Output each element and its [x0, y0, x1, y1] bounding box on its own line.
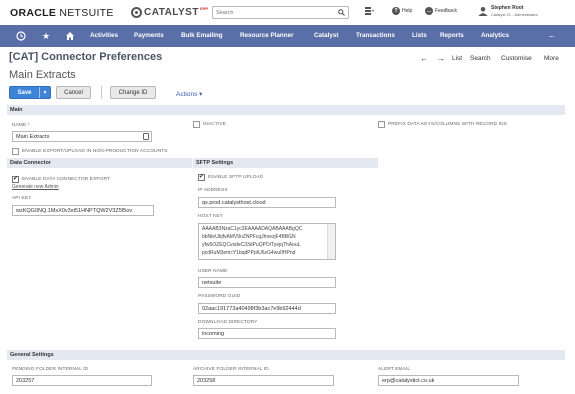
- oracle-netsuite-logo[interactable]: ORACLE NETSUITE: [10, 7, 114, 19]
- alert-email-field[interactable]: erp@catalystict.co.uk: [378, 375, 519, 386]
- ip-address-label: IP ADDRESS: [198, 188, 228, 193]
- save-button[interactable]: Save ▼: [9, 86, 51, 99]
- change-id-button[interactable]: Change ID: [110, 86, 156, 99]
- prefix-data-keys-checkbox-row[interactable]: PREFIX DATA KEYS/COLUMNS WITH RECORD IDS: [378, 121, 507, 128]
- catalyst-ring-icon: [131, 7, 142, 18]
- host-key-label: HOST KEY: [198, 214, 223, 219]
- data-connector-section-header: Data Connector: [7, 158, 192, 168]
- enable-sftp-upload-checkbox[interactable]: [198, 174, 205, 181]
- nav-payments[interactable]: Payments: [134, 32, 164, 39]
- more-link[interactable]: More: [544, 55, 559, 62]
- help-icon: ?: [392, 7, 400, 15]
- main-navigation: ★ Activities Payments Bulk Emailing Reso…: [0, 25, 575, 47]
- recent-records-icon: [365, 7, 374, 15]
- record-picker-icon[interactable]: [143, 133, 149, 140]
- record-name: Main Extracts: [9, 69, 76, 81]
- api-key-label: API KEY: [12, 196, 32, 201]
- nav-analytics[interactable]: Analytics: [481, 32, 509, 39]
- user-name-field[interactable]: netsuite: [198, 277, 336, 288]
- feedback-button[interactable]: … Feedback: [425, 7, 457, 15]
- name-label: NAME *: [12, 123, 30, 128]
- page-title: [CAT] Connector Preferences: [9, 51, 163, 63]
- archive-folder-field[interactable]: 203258: [193, 375, 334, 386]
- user-name[interactable]: Stephen Root: [491, 5, 524, 11]
- nav-activities[interactable]: Activities: [90, 32, 118, 39]
- nav-more[interactable]: ...: [549, 32, 554, 39]
- download-directory-label: DOWNLOAD DIRECTORY: [198, 320, 258, 325]
- host-key-textarea[interactable]: AAAAB3NzaC1yc2EAAAADAQABAAABgQC bbNleUbj…: [198, 223, 336, 260]
- download-directory-field[interactable]: incoming: [198, 328, 336, 339]
- help-button[interactable]: ? Help: [392, 7, 412, 15]
- archive-folder-label: ARCHIVE FOLDER INTERNAL ID: [193, 367, 269, 372]
- nav-transactions[interactable]: Transactions: [356, 32, 395, 39]
- save-dropdown-chevron-icon[interactable]: ▼: [39, 87, 50, 98]
- nav-bulk-emailing[interactable]: Bulk Emailing: [181, 32, 223, 39]
- nav-resource-planner[interactable]: Resource Planner: [240, 32, 294, 39]
- catalyst-logo[interactable]: CATALYST ERP: [131, 6, 208, 19]
- password-guid-field[interactable]: 02aac191773a40498f3b3ac7e9b92444d: [198, 303, 336, 314]
- inactive-checkbox-row[interactable]: INACTIVE: [193, 121, 226, 128]
- name-field[interactable]: Main Extracts: [12, 131, 152, 142]
- top-header: ORACLE NETSUITE CATALYST ERP ? Help … Fe…: [0, 0, 575, 25]
- enable-export-nonprod-checkbox[interactable]: [12, 148, 19, 155]
- user-name-label: USER NAME: [198, 269, 228, 274]
- actions-menu[interactable]: Actions ▾: [176, 90, 202, 98]
- main-section-header: Main: [7, 105, 565, 115]
- sftp-settings-section-header: SFTP Settings: [193, 158, 378, 168]
- user-role[interactable]: Catalyst 21 - Administrator: [491, 12, 538, 17]
- home-icon[interactable]: [64, 30, 76, 42]
- list-link[interactable]: List: [452, 55, 462, 62]
- pending-folder-field[interactable]: 203257: [12, 375, 152, 386]
- cancel-button[interactable]: Cancel: [56, 86, 91, 99]
- recent-clock-icon[interactable]: [15, 30, 27, 42]
- api-key-field[interactable]: wzKQG0NQ.1MxX0v3xt51HNPTQW2V3Z5f5ov: [12, 205, 154, 216]
- enable-export-nonprod-checkbox-row[interactable]: ENABLE EXPORT/UPLOAD IN NON-PRODUCTION A…: [12, 148, 168, 155]
- customise-link[interactable]: Customise: [501, 55, 532, 62]
- enable-sftp-upload-row[interactable]: ENABLE SFTP UPLOAD: [198, 174, 263, 181]
- previous-record-arrow-icon[interactable]: ←: [420, 54, 428, 63]
- host-key-scrollbar[interactable]: [327, 224, 335, 259]
- feedback-icon: …: [425, 7, 433, 15]
- recent-records-button[interactable]: [365, 7, 374, 15]
- search-link[interactable]: Search: [470, 55, 491, 62]
- pending-folder-label: PENDING FOLDER INTERNAL ID: [12, 367, 89, 372]
- ip-address-field[interactable]: qs.prod.catalysthost.cloud: [198, 197, 336, 208]
- global-search-box[interactable]: [212, 6, 349, 19]
- general-settings-section-header: General Settings: [7, 350, 565, 360]
- search-input[interactable]: [213, 7, 328, 18]
- favorites-star-icon[interactable]: ★: [40, 30, 52, 42]
- inactive-checkbox[interactable]: [193, 121, 200, 128]
- next-record-arrow-icon[interactable]: →: [437, 54, 445, 63]
- nav-reports[interactable]: Reports: [440, 32, 464, 39]
- nav-lists[interactable]: Lists: [412, 32, 427, 39]
- prefix-data-keys-checkbox[interactable]: [378, 121, 385, 128]
- button-divider: [101, 86, 102, 99]
- generate-admin-link[interactable]: Generate new Admin: [12, 184, 59, 190]
- enable-data-connector-export-row[interactable]: ENABLE DATA CONNECTOR EXPORT: [12, 176, 110, 183]
- alert-email-label: ALERT EMAIL: [378, 367, 411, 372]
- nav-catalyst[interactable]: Catalyst: [314, 32, 339, 39]
- search-icon[interactable]: [338, 9, 345, 16]
- password-guid-label: PASSWORD GUID: [198, 294, 241, 299]
- user-avatar-icon[interactable]: [478, 6, 488, 16]
- enable-data-connector-export-checkbox[interactable]: [12, 176, 19, 183]
